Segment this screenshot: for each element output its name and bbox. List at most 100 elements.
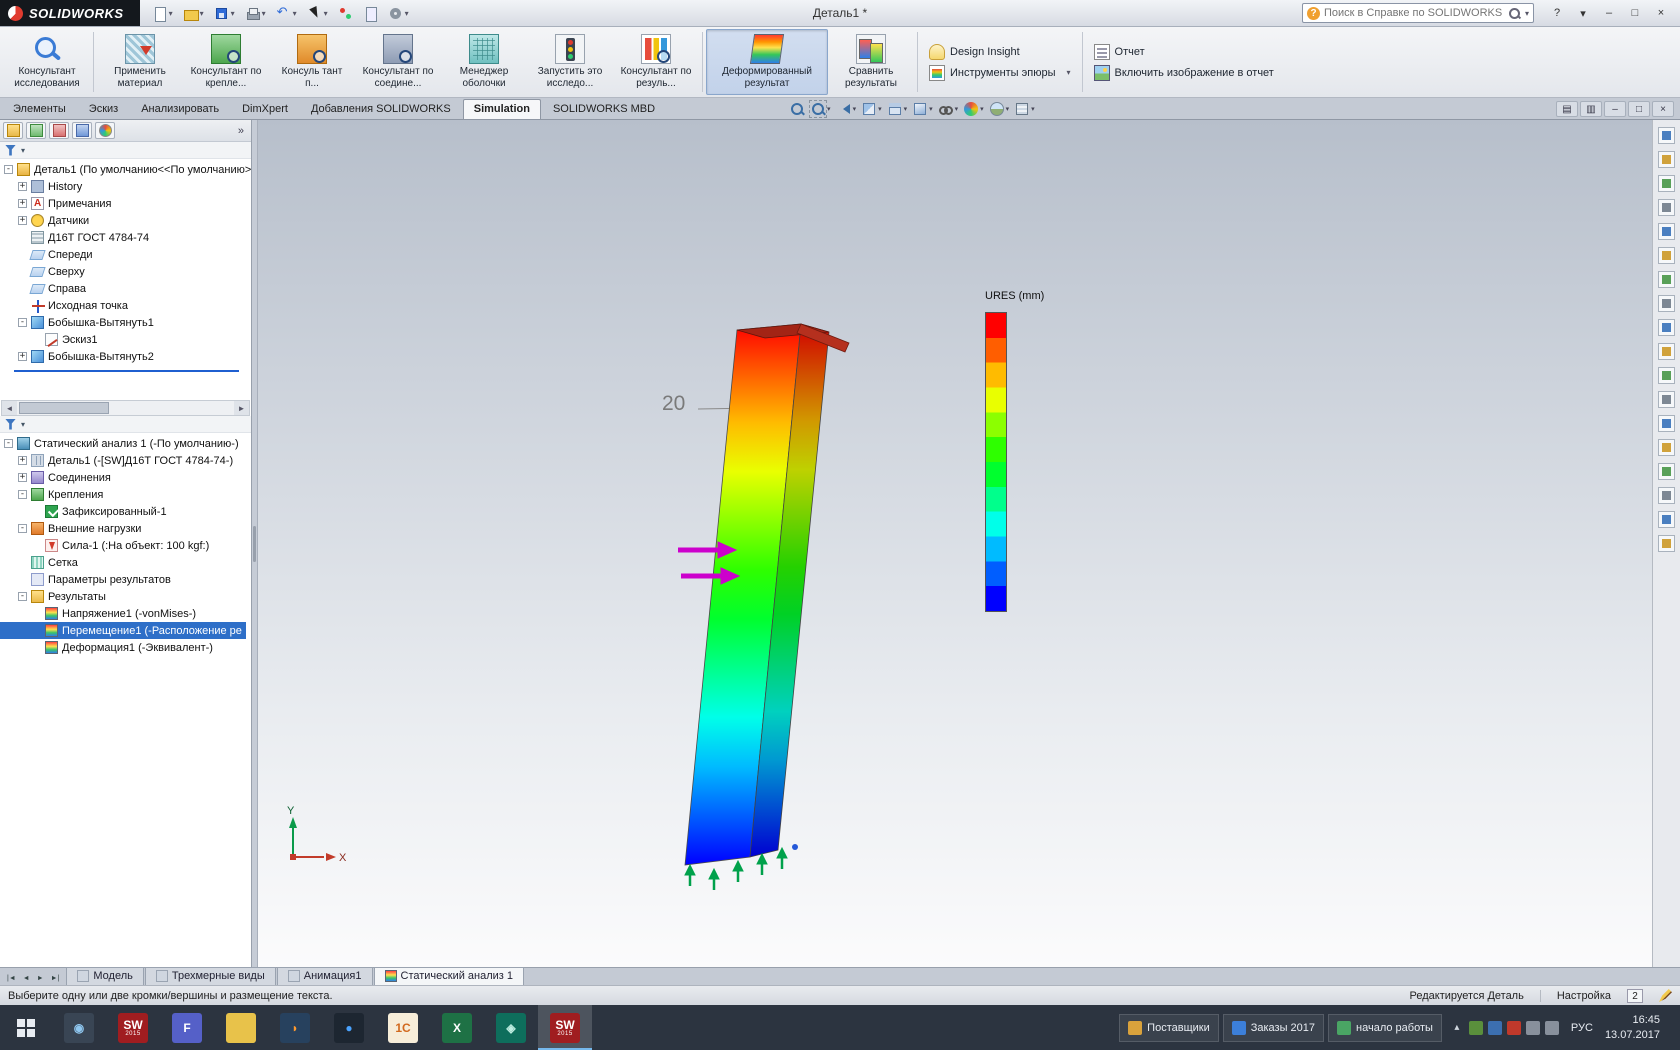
- scrollbar-track[interactable]: [17, 401, 234, 415]
- firefox[interactable]: ◗: [268, 1005, 322, 1050]
- tab-solidworks-addins[interactable]: Добавления SOLIDWORKS: [300, 99, 462, 119]
- zoom-area[interactable]: [808, 100, 833, 118]
- expand-toggle[interactable]: +: [18, 199, 27, 208]
- view-palette[interactable]: [1655, 244, 1679, 266]
- tree-item[interactable]: Справа: [0, 280, 90, 297]
- minimize-document[interactable]: –: [1604, 101, 1626, 117]
- tab-elements[interactable]: Элементы: [2, 99, 77, 119]
- filter-funnel-icon[interactable]: [5, 144, 16, 156]
- new-document[interactable]: [148, 2, 177, 24]
- filter-funnel-icon[interactable]: [5, 418, 16, 430]
- tab-analyze[interactable]: Анализировать: [130, 99, 230, 119]
- expand-toggle[interactable]: -: [4, 165, 13, 174]
- tree-item[interactable]: Деформация1 (-Эквивалент-): [0, 639, 217, 656]
- home[interactable]: [1655, 172, 1679, 194]
- volume[interactable]: [1544, 1020, 1559, 1035]
- media-app[interactable]: ◉: [52, 1005, 106, 1050]
- deformed-beam[interactable]: [684, 323, 850, 866]
- taskbar-clock[interactable]: 16:45 13.07.2017: [1605, 1013, 1664, 1042]
- shell-manager[interactable]: Менеджер оболочки: [441, 29, 527, 95]
- model-3d[interactable]: 20 Y X: [258, 120, 1652, 967]
- suppliers[interactable]: Поставщики: [1119, 1013, 1219, 1042]
- tab-static-analysis-1[interactable]: Статический анализ 1: [373, 967, 525, 985]
- tree-item[interactable]: + Соединения: [0, 469, 115, 486]
- rebuild[interactable]: [334, 2, 357, 24]
- connections-advisor[interactable]: Консультант по соедине...: [355, 29, 441, 95]
- help-search-box[interactable]: ? ▾: [1302, 3, 1534, 23]
- minimize[interactable]: –: [1596, 3, 1622, 23]
- section-tool[interactable]: [1655, 436, 1679, 458]
- hide-show-items[interactable]: [936, 100, 961, 118]
- help[interactable]: ?: [1544, 3, 1570, 23]
- folder[interactable]: [1655, 340, 1679, 362]
- vertex-marker[interactable]: [792, 844, 798, 850]
- expand-toggle[interactable]: -: [18, 318, 27, 327]
- scroll-left-icon[interactable]: ◄: [2, 401, 17, 415]
- report[interactable]: Отчет: [1093, 43, 1274, 60]
- tile[interactable]: ▥: [1580, 101, 1602, 117]
- expand-toggle[interactable]: -: [18, 490, 27, 499]
- include-image[interactable]: Включить изображение в отчет: [1093, 64, 1274, 81]
- cursor[interactable]: [1655, 124, 1679, 146]
- save[interactable]: [210, 2, 239, 24]
- splitter-grip[interactable]: [253, 525, 256, 562]
- file-explorer[interactable]: [1655, 220, 1679, 242]
- dimension-label[interactable]: 20: [662, 392, 685, 415]
- apply-material[interactable]: Применить материал: [97, 29, 183, 95]
- property-manager[interactable]: [26, 122, 46, 139]
- plot-tools[interactable]: Инструменты эпюры: [929, 64, 1071, 81]
- next-tab[interactable]: ►: [34, 973, 47, 984]
- mass-properties[interactable]: [1655, 388, 1679, 410]
- custom-properties[interactable]: [1655, 292, 1679, 314]
- settings[interactable]: [1655, 484, 1679, 506]
- first-tab[interactable]: |◄: [4, 973, 19, 984]
- tree-item[interactable]: Напряжение1 (-vonMises-): [0, 605, 200, 622]
- layers[interactable]: [1655, 508, 1679, 530]
- configuration-manager[interactable]: [49, 122, 69, 139]
- view-settings[interactable]: [1012, 100, 1037, 118]
- tree-item[interactable]: - Статический анализ 1 (-По умолчанию-): [0, 435, 243, 452]
- tree-item[interactable]: - Внешние нагрузки: [0, 520, 145, 537]
- display-settings[interactable]: [1525, 1020, 1540, 1035]
- solidworks-2015-running[interactable]: SW 2015: [538, 1005, 592, 1050]
- search-input[interactable]: [1324, 7, 1504, 19]
- print[interactable]: [241, 2, 270, 24]
- tree-item[interactable]: Сверху: [0, 263, 89, 280]
- mesh-tool[interactable]: [1655, 412, 1679, 434]
- language-indicator[interactable]: РУС: [1567, 1022, 1597, 1034]
- expand-toggle[interactable]: +: [18, 456, 27, 465]
- display-style[interactable]: [910, 100, 935, 118]
- design-library[interactable]: [1655, 196, 1679, 218]
- filter-caret-icon[interactable]: ▾: [21, 420, 25, 429]
- results-advisor[interactable]: Консультант по резуль...: [613, 29, 699, 95]
- tab-dimxpert[interactable]: DimXpert: [231, 99, 299, 119]
- file-properties[interactable]: [359, 2, 382, 24]
- tree-item[interactable]: + Примечания: [0, 195, 116, 212]
- filter-caret-icon[interactable]: ▾: [21, 146, 25, 155]
- hidden-icons[interactable]: ▴: [1450, 1021, 1464, 1035]
- restore[interactable]: □: [1622, 3, 1648, 23]
- close-document[interactable]: ×: [1652, 101, 1674, 117]
- tree-item[interactable]: + Деталь1 (-[SW]Д16Т ГОСТ 4784-74-): [0, 452, 237, 469]
- tree-item[interactable]: Перемещение1 (-Расположение ре: [0, 622, 246, 639]
- tree-item[interactable]: Исходная точка: [0, 297, 132, 314]
- tab-solidworks-mbd[interactable]: SOLIDWORKS MBD: [542, 99, 666, 119]
- prev-tab[interactable]: ◄: [20, 973, 33, 984]
- zoom-fit[interactable]: [787, 100, 807, 118]
- close[interactable]: ×: [1648, 3, 1674, 23]
- expand-toggle[interactable]: -: [4, 439, 13, 448]
- expand-toggle[interactable]: +: [18, 216, 27, 225]
- tab-model[interactable]: Модель: [66, 967, 144, 985]
- appearances[interactable]: [1655, 268, 1679, 290]
- tree-item[interactable]: + Бобышка-Вытянуть2: [0, 348, 158, 365]
- compare-results[interactable]: Сравнить результаты: [828, 29, 914, 95]
- tab-3d-views[interactable]: Трехмерные виды: [144, 967, 276, 985]
- expand-toggle[interactable]: -: [18, 524, 27, 533]
- edit-appearance[interactable]: [961, 100, 986, 118]
- chart[interactable]: [1655, 364, 1679, 386]
- options[interactable]: [384, 2, 413, 24]
- document-properties[interactable]: [1655, 148, 1679, 170]
- tab-simulation[interactable]: Simulation: [462, 99, 541, 119]
- expand-toggle[interactable]: +: [18, 473, 27, 482]
- select[interactable]: [303, 2, 332, 24]
